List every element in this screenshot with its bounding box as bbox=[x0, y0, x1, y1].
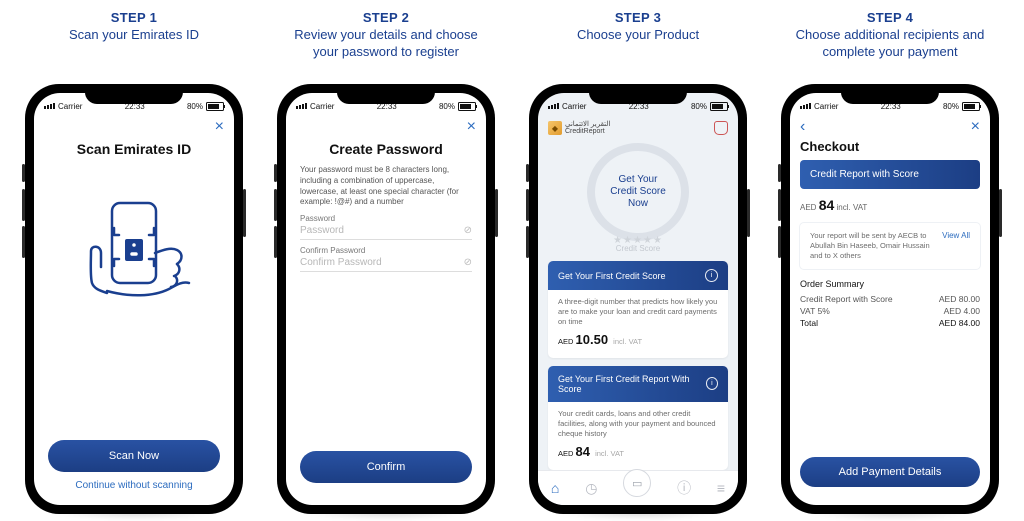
close-icon[interactable]: × bbox=[215, 119, 224, 135]
info-icon[interactable]: i bbox=[705, 269, 718, 282]
step-4-heading: STEP 4 Choose additional recipients and … bbox=[790, 10, 990, 80]
product-title: Get Your First Credit Score bbox=[558, 271, 666, 281]
confirm-button[interactable]: Confirm bbox=[300, 451, 472, 483]
info-icon[interactable]: i bbox=[706, 377, 718, 390]
tab-gauge-icon[interactable]: ◷ bbox=[585, 480, 597, 497]
password-label: Password bbox=[300, 214, 472, 223]
page-title: Scan Emirates ID bbox=[34, 141, 234, 157]
add-payment-button[interactable]: Add Payment Details bbox=[800, 457, 980, 487]
eye-off-icon[interactable]: ⊘ bbox=[464, 257, 472, 268]
step-3-heading: STEP 3 Choose your Product bbox=[577, 10, 699, 80]
password-placeholder: Password bbox=[300, 225, 464, 236]
credit-score-gauge: Get YourCredit ScoreNow ★★★★★ Credit Sco… bbox=[563, 143, 713, 253]
view-all-link[interactable]: View All bbox=[942, 231, 970, 240]
tab-info-icon[interactable]: ⓘ bbox=[677, 478, 691, 498]
product-card-credit-score[interactable]: Get Your First Credit Score i A three-di… bbox=[548, 261, 728, 358]
brand-logo: ◆ التقرير الائتمانيCreditReport bbox=[548, 121, 610, 135]
step-1-heading: STEP 1 Scan your Emirates ID bbox=[69, 10, 199, 80]
product-card-credit-report[interactable]: Get Your First Credit Report With Score … bbox=[548, 366, 728, 470]
scan-illustration bbox=[34, 181, 234, 331]
page-title: Checkout bbox=[800, 139, 980, 154]
checkout-price: AED 84 incl. VAT bbox=[800, 197, 980, 213]
phone-mock-step3: Carrier 22:33 80% ◆ التقرير الائتمانيCre… bbox=[529, 84, 747, 514]
product-price: AED 84 incl. VAT bbox=[558, 443, 718, 461]
tab-home-icon[interactable]: ⌂ bbox=[551, 480, 559, 496]
summary-row: VAT 5%AED 4.00 bbox=[800, 305, 980, 317]
recipients-text: Your report will be sent by AECB to Abul… bbox=[810, 231, 942, 261]
step-2-heading: STEP 2 Review your details and choose yo… bbox=[286, 10, 486, 80]
product-desc: Your credit cards, loans and other credi… bbox=[558, 409, 718, 439]
step-subtitle: Scan your Emirates ID bbox=[69, 27, 199, 44]
product-title: Get Your First Credit Report With Score bbox=[558, 374, 706, 394]
close-icon[interactable]: × bbox=[971, 119, 980, 135]
back-icon[interactable]: ‹ bbox=[800, 119, 805, 135]
order-summary-title: Order Summary bbox=[800, 279, 980, 289]
phone-mock-step4: Carrier 22:33 80% ‹ × Checkout Credit Re… bbox=[781, 84, 999, 514]
recipients-card: Your report will be sent by AECB to Abul… bbox=[800, 223, 980, 269]
order-summary: Order Summary Credit Report with ScoreAE… bbox=[800, 279, 980, 329]
step-2-column: STEP 2 Review your details and choose yo… bbox=[270, 10, 502, 514]
tab-menu-icon[interactable]: ≡ bbox=[717, 480, 725, 496]
step-3-column: STEP 3 Choose your Product Carrier 22:33… bbox=[522, 10, 754, 514]
phone-mock-step2: Carrier 22:33 80% × Create Password Your… bbox=[277, 84, 495, 514]
confirm-password-field[interactable]: Confirm Password Confirm Password ⊘ bbox=[300, 246, 472, 272]
summary-row: Credit Report with ScoreAED 80.00 bbox=[800, 293, 980, 305]
confirm-password-placeholder: Confirm Password bbox=[300, 257, 464, 268]
onboarding-steps: STEP 1 Scan your Emirates ID Carrier 22:… bbox=[0, 0, 1024, 521]
bottom-tab-bar: ⌂ ◷ ▭ ⓘ ≡ bbox=[538, 470, 738, 505]
notifications-icon[interactable] bbox=[714, 121, 728, 135]
password-field[interactable]: Password Password ⊘ bbox=[300, 214, 472, 240]
skip-scan-link[interactable]: Continue without scanning bbox=[34, 480, 234, 491]
step-number: STEP 3 bbox=[577, 10, 699, 25]
scan-now-button[interactable]: Scan Now bbox=[48, 440, 220, 472]
password-requirements: Your password must be 8 characters long,… bbox=[300, 165, 472, 208]
step-subtitle: Review your details and choose your pass… bbox=[286, 27, 486, 61]
confirm-password-label: Confirm Password bbox=[300, 246, 472, 255]
phone-mock-step1: Carrier 22:33 80% × Scan Emirates ID bbox=[25, 84, 243, 514]
step-number: STEP 1 bbox=[69, 10, 199, 25]
page-title: Create Password bbox=[286, 141, 486, 157]
step-subtitle: Choose additional recipients and complet… bbox=[790, 27, 990, 61]
step-subtitle: Choose your Product bbox=[577, 27, 699, 44]
tab-card-icon[interactable]: ▭ bbox=[623, 469, 651, 497]
product-desc: A three-digit number that predicts how l… bbox=[558, 297, 718, 327]
step-4-column: STEP 4 Choose additional recipients and … bbox=[774, 10, 1006, 514]
gauge-label: Credit Score bbox=[616, 244, 660, 253]
step-number: STEP 4 bbox=[790, 10, 990, 25]
eye-off-icon[interactable]: ⊘ bbox=[464, 225, 472, 236]
product-price: AED 10.50 incl. VAT bbox=[558, 331, 718, 349]
step-number: STEP 2 bbox=[286, 10, 486, 25]
close-icon[interactable]: × bbox=[467, 119, 476, 135]
selected-product-header: Credit Report with Score bbox=[800, 160, 980, 189]
step-1-column: STEP 1 Scan your Emirates ID Carrier 22:… bbox=[18, 10, 250, 514]
summary-row-total: TotalAED 84.00 bbox=[800, 317, 980, 329]
